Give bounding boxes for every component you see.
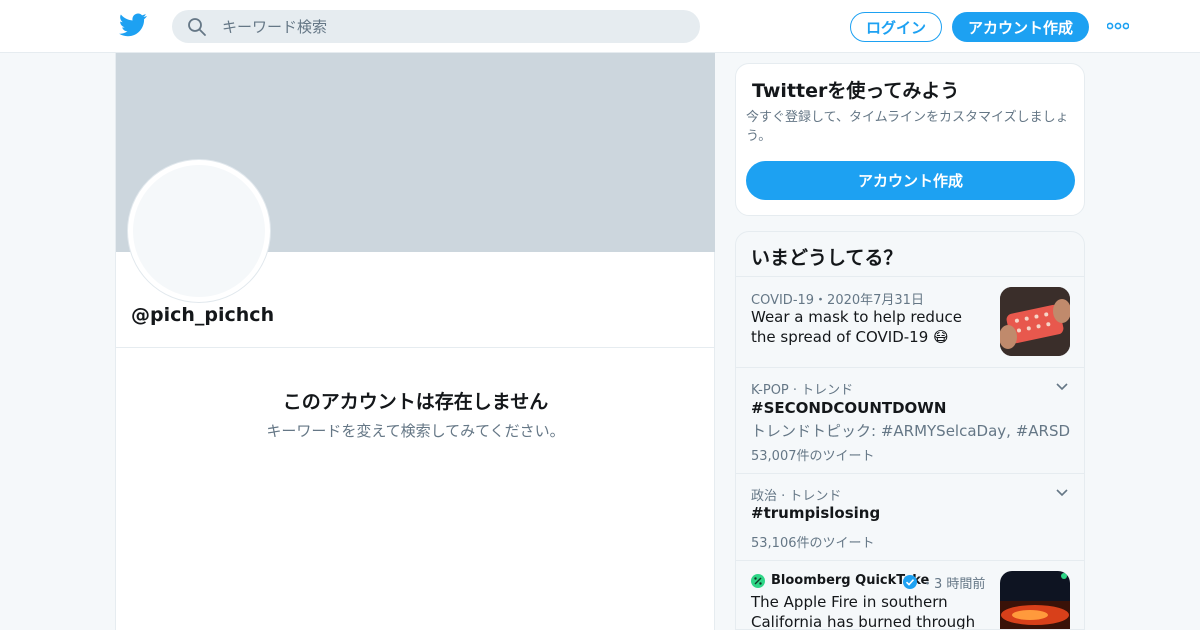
signup-card-description: 今すぐ登録して、タイムラインをカスタマイズしましょう。 (746, 110, 1069, 144)
trend-item[interactable]: K-POP · トレンド #SECONDCOUNTDOWN トレンドトピック: … (736, 367, 1084, 473)
trend-name: #trumpislosing (751, 504, 881, 522)
trend-name: #SECONDCOUNTDOWN (751, 399, 947, 417)
signup-button[interactable]: アカウント作成 (952, 12, 1089, 42)
trend-time: ・3 時間前 (921, 577, 986, 592)
wildfire-photo-image (1000, 571, 1070, 629)
trends-panel: いまどうしてる？ COVID-19・2020年7月31日 Wear a mask… (735, 231, 1085, 630)
trends-title: いまどうしてる？ (751, 247, 903, 269)
trend-headline: The Apple Fire in southern California ha… (751, 593, 976, 630)
chevron-down-icon[interactable] (1054, 379, 1070, 395)
account-not-found-message: キーワードを変えて検索してみてください。 (266, 422, 565, 440)
avatar (128, 160, 270, 302)
search-box[interactable] (172, 10, 700, 43)
trend-thumbnail (1000, 287, 1070, 356)
top-bar: ログイン アカウント作成 (0, 0, 1200, 53)
chevron-down-icon[interactable] (1054, 485, 1070, 501)
signup-card-button[interactable]: アカウント作成 (746, 161, 1075, 200)
bloomberg-logo-icon (751, 574, 765, 588)
trend-item[interactable]: COVID-19・2020年7月31日 Wear a mask to help … (736, 276, 1084, 367)
signup-card-title: Twitterを使ってみよう (752, 80, 960, 102)
account-not-found-title: このアカウントは存在しません (282, 391, 549, 413)
trend-tweet-count: 53,007件のツイート (751, 449, 875, 464)
trend-meta: K-POP · トレンド (751, 383, 854, 398)
more-options-icon[interactable] (1107, 18, 1129, 34)
trend-thumbnail (1000, 571, 1070, 629)
trend-meta: COVID-19・2020年7月31日 (751, 293, 924, 308)
login-button[interactable]: ログイン (850, 12, 942, 42)
trend-headline: Wear a mask to help reduce the spread of… (751, 308, 962, 346)
profile-handle: @pich_pichch (131, 304, 275, 326)
mask-photo-image (1000, 287, 1070, 356)
signup-card: Twitterを使ってみよう 今すぐ登録して、タイムラインをカスタマイズしましょ… (735, 63, 1085, 216)
search-icon (188, 18, 206, 36)
twitter-bird-icon[interactable] (119, 13, 147, 37)
trend-item[interactable]: 政治 · トレンド #trumpislosing 53,106件のツイート (736, 473, 1084, 560)
trend-tweet-count: 53,106件のツイート (751, 536, 875, 551)
trend-item[interactable]: Bloomberg QuickTake ・3 時間前 The Apple Fir… (736, 560, 1084, 630)
verified-badge-icon (903, 575, 917, 589)
profile-column: @pich_pichch このアカウントは存在しません キーワードを変えて検索し… (115, 53, 715, 630)
trend-meta: 政治 · トレンド (751, 489, 842, 504)
profile-divider (116, 347, 715, 348)
search-input[interactable] (222, 10, 682, 43)
trend-topics: トレンドトピック: #ARMYSelcaDay, #ARSD (751, 422, 1071, 440)
